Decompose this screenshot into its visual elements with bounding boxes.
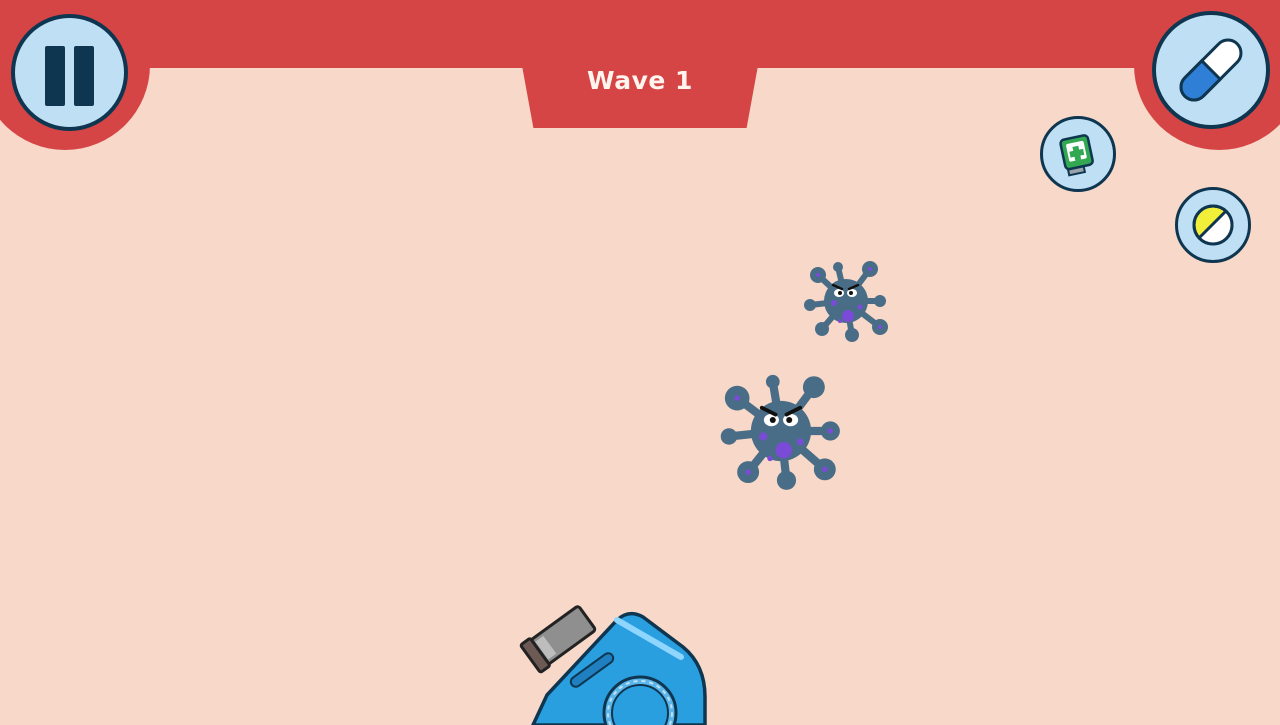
pause-button[interactable] xyxy=(11,14,128,131)
first-aid-kit-icon xyxy=(1059,134,1094,177)
virus-enemy xyxy=(804,261,888,342)
capsule-powerup-button[interactable] xyxy=(1152,11,1270,129)
pill-cannon-icon xyxy=(519,605,707,725)
virus-enemy xyxy=(720,374,840,490)
wave-label: Wave 1 xyxy=(587,66,693,95)
tablet-powerup-button[interactable] xyxy=(1175,187,1251,263)
tablet-pill-icon xyxy=(1192,204,1234,246)
wave-banner xyxy=(510,0,770,128)
capsule-pill-icon xyxy=(1179,38,1243,102)
first-aid-kit-button[interactable] xyxy=(1040,116,1116,192)
player-cannon[interactable] xyxy=(505,585,725,725)
